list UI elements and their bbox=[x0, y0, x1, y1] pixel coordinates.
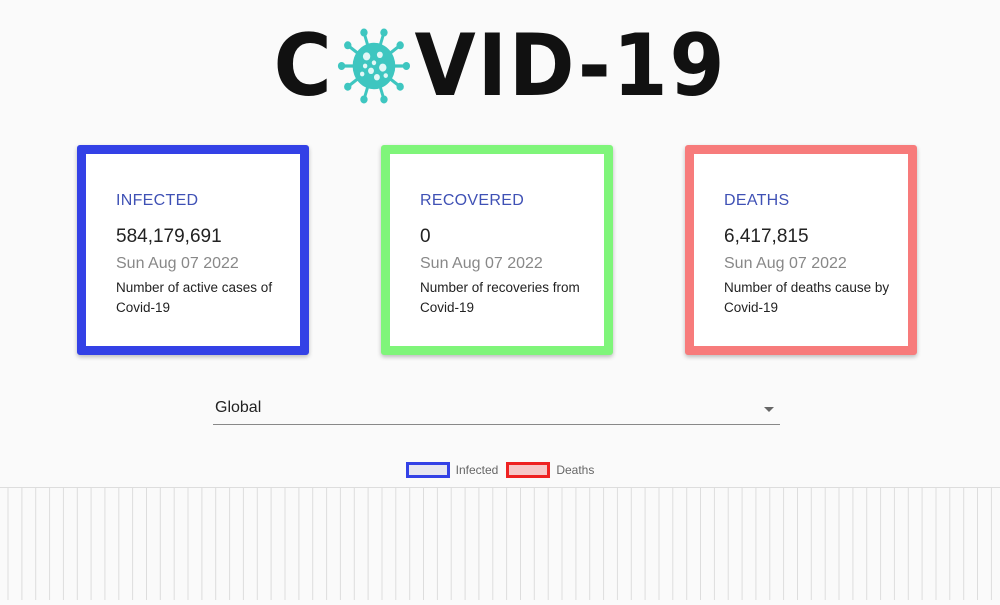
recovered-card: RECOVERED 0 Sun Aug 07 2022 Number of re… bbox=[381, 145, 613, 355]
legend-swatch-deaths bbox=[506, 462, 551, 478]
deaths-description: Number of deaths cause by Covid-19 bbox=[724, 280, 890, 315]
covid-19-logo: C VID-19 bbox=[0, 18, 1000, 113]
coronavirus-icon bbox=[337, 26, 411, 106]
legend-item-infected[interactable]: Infected bbox=[405, 462, 499, 478]
infected-description: Number of active cases of Covid-19 bbox=[116, 280, 273, 315]
logo-text-rest: VID-19 bbox=[414, 15, 727, 116]
chevron-down-icon[interactable] bbox=[764, 407, 774, 412]
legend-swatch-infected bbox=[405, 462, 450, 478]
country-select-value: Global bbox=[215, 399, 262, 416]
line-chart bbox=[0, 487, 1000, 600]
recovered-title: RECOVERED bbox=[420, 192, 525, 209]
infected-card: INFECTED 584,179,691 Sun Aug 07 2022 Num… bbox=[77, 145, 309, 355]
country-select[interactable]: Global bbox=[213, 392, 780, 425]
logo-letter-c: C bbox=[273, 15, 334, 116]
recovered-date: Sun Aug 07 2022 bbox=[420, 255, 543, 272]
deaths-title: DEATHS bbox=[724, 192, 790, 209]
infected-date: Sun Aug 07 2022 bbox=[116, 255, 239, 272]
chart-legend: Infected Deaths bbox=[0, 462, 1000, 478]
deaths-card: DEATHS 6,417,815 Sun Aug 07 2022 Number … bbox=[685, 145, 917, 355]
deaths-count: 6,417,815 bbox=[724, 226, 809, 247]
legend-item-deaths[interactable]: Deaths bbox=[506, 462, 594, 478]
recovered-description: Number of recoveries from Covid-19 bbox=[420, 280, 580, 315]
legend-label-infected: Infected bbox=[455, 463, 499, 477]
deaths-date: Sun Aug 07 2022 bbox=[724, 255, 847, 272]
legend-label-deaths: Deaths bbox=[556, 463, 595, 477]
chart-grid bbox=[0, 487, 1000, 600]
recovered-count: 0 bbox=[420, 226, 431, 247]
logo-text: C VID-19 bbox=[274, 23, 727, 109]
infected-title: INFECTED bbox=[116, 192, 199, 209]
infected-count: 584,179,691 bbox=[116, 226, 222, 247]
